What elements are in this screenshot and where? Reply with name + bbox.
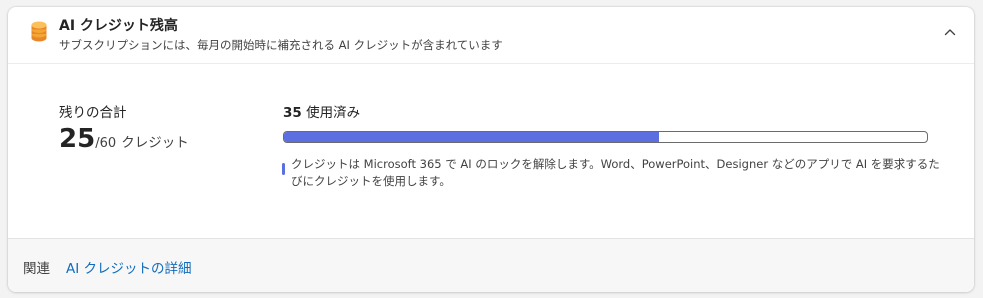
note-accent-bar <box>282 163 285 175</box>
remaining-credits-value: 25/60 クレジット <box>59 124 189 154</box>
credits-info-note: クレジットは Microsoft 365 で AI のロックを解除します。Wor… <box>291 157 940 188</box>
ai-credits-card: AI クレジット残高 サブスクリプションには、毎月の開始時に補充される AI ク… <box>8 7 974 292</box>
collapse-button[interactable] <box>938 21 962 45</box>
usage-progress-bar <box>283 131 928 143</box>
remaining-total-label: 残りの合計 <box>59 105 127 121</box>
ai-credits-details-link[interactable]: AI クレジットの詳細 <box>66 257 192 277</box>
card-header[interactable]: AI クレジット残高 サブスクリプションには、毎月の開始時に補充される AI ク… <box>8 7 974 64</box>
stacked-coins-icon <box>30 21 48 43</box>
used-number: 35 <box>283 105 302 121</box>
total-credits: /60 <box>95 136 117 151</box>
used-credits-label: 35 使用済み <box>283 101 360 121</box>
credits-unit: クレジット <box>121 135 189 151</box>
card-title: AI クレジット残高 <box>59 18 178 34</box>
chevron-up-icon <box>943 24 957 43</box>
usage-progress-fill <box>284 132 659 142</box>
card-footer: 関連 AI クレジットの詳細 <box>8 238 974 292</box>
related-label: 関連 <box>23 261 50 277</box>
used-suffix: 使用済み <box>306 105 361 121</box>
card-subtitle: サブスクリプションには、毎月の開始時に補充される AI クレジットが含まれていま… <box>59 38 503 52</box>
remaining-number: 25 <box>59 124 96 154</box>
